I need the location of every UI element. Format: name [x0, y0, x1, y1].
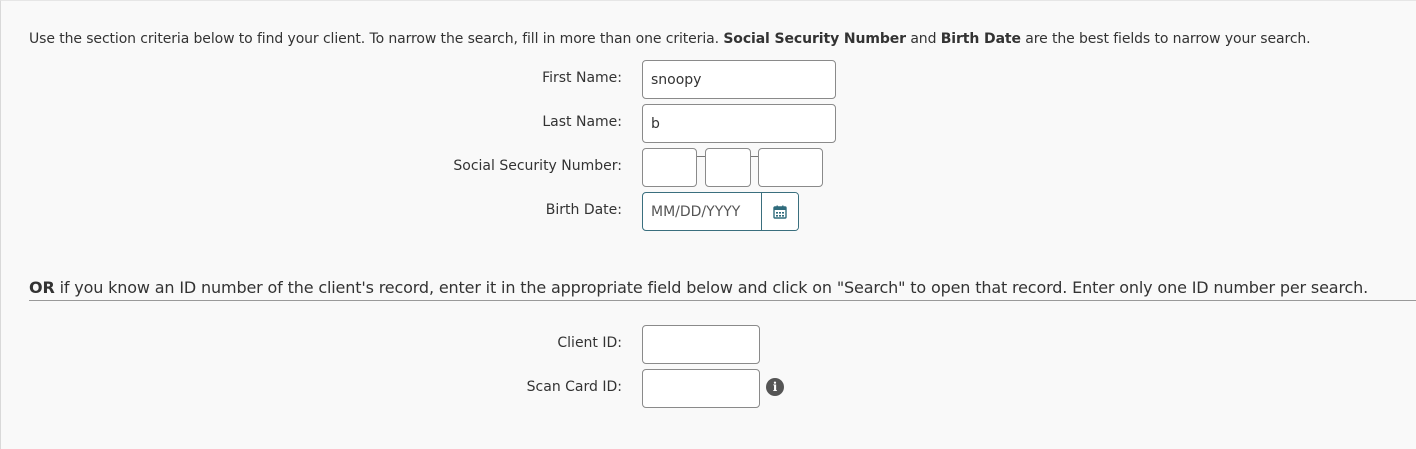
- scan-card-id-label: Scan Card ID:: [526, 379, 622, 395]
- ssn-part1-input[interactable]: [642, 148, 697, 187]
- instructions-ssn-emphasis: Social Security Number: [723, 31, 906, 47]
- scan-card-id-row: Scan Card ID: i: [1, 369, 1001, 409]
- instructions-and: and: [910, 31, 937, 47]
- search-panel: Use the section criteria below to find y…: [0, 0, 1416, 449]
- instructions-tail: are the best fields to narrow your searc…: [1025, 31, 1311, 47]
- birth-date-label: Birth Date:: [545, 202, 622, 218]
- ssn-label: Social Security Number:: [453, 158, 622, 174]
- first-name-input[interactable]: [642, 60, 836, 99]
- ssn-separator: [697, 156, 705, 157]
- ssn-row: Social Security Number:: [1, 148, 1001, 188]
- ssn-part3-input[interactable]: [758, 148, 823, 187]
- id-search-text: if you know an ID number of the client's…: [59, 278, 1369, 297]
- search-instructions: Use the section criteria below to find y…: [29, 29, 1311, 49]
- client-id-label: Client ID:: [557, 335, 622, 351]
- last-name-row: Last Name:: [1, 104, 1001, 144]
- calendar-button[interactable]: [761, 193, 798, 230]
- calendar-icon: [773, 205, 787, 219]
- first-name-label: First Name:: [542, 70, 622, 86]
- client-id-row: Client ID:: [1, 325, 1001, 365]
- instructions-text: Use the section criteria below to find y…: [29, 31, 719, 47]
- birth-date-control: [642, 192, 799, 231]
- last-name-input[interactable]: [642, 104, 836, 143]
- scan-card-id-input[interactable]: [642, 369, 760, 408]
- client-id-input[interactable]: [642, 325, 760, 364]
- birth-date-input[interactable]: [643, 193, 762, 230]
- first-name-row: First Name:: [1, 60, 1001, 100]
- instructions-birthdate-emphasis: Birth Date: [940, 31, 1021, 47]
- info-icon[interactable]: i: [766, 378, 784, 396]
- last-name-label: Last Name:: [542, 114, 622, 130]
- birth-date-row: Birth Date:: [1, 192, 1001, 232]
- or-emphasis: OR: [29, 278, 55, 297]
- id-search-instructions: OR if you know an ID number of the clien…: [29, 277, 1416, 299]
- section-divider: [29, 300, 1416, 301]
- ssn-part2-input[interactable]: [705, 148, 751, 187]
